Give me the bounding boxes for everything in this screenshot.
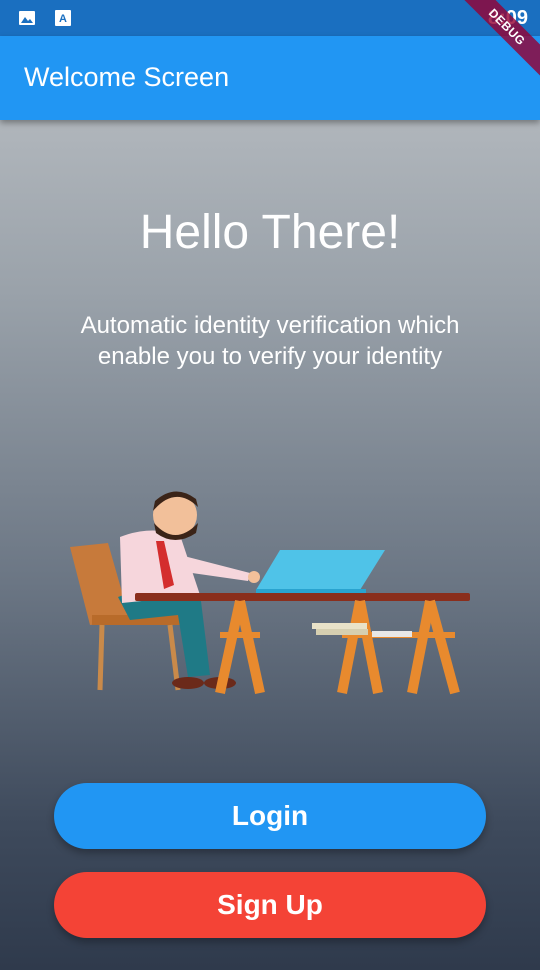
sign-up-button[interactable]: Sign Up: [54, 872, 486, 938]
welcome-screen: A 8:09 DEBUG Welcome Screen Hello There!…: [0, 0, 540, 970]
image-icon: [19, 11, 35, 25]
svg-text:A: A: [59, 13, 67, 25]
subtitle: Automatic identity verification which en…: [80, 312, 460, 370]
man-at-desk-illustration: [70, 491, 470, 695]
login-button[interactable]: Login: [54, 783, 486, 849]
app-bar-title: Welcome Screen: [24, 62, 230, 92]
headline: Hello There!: [139, 206, 401, 259]
app-bar: Welcome Screen: [0, 36, 540, 120]
text-icon: A: [55, 10, 71, 26]
status-bar: A 8:09: [0, 0, 540, 36]
